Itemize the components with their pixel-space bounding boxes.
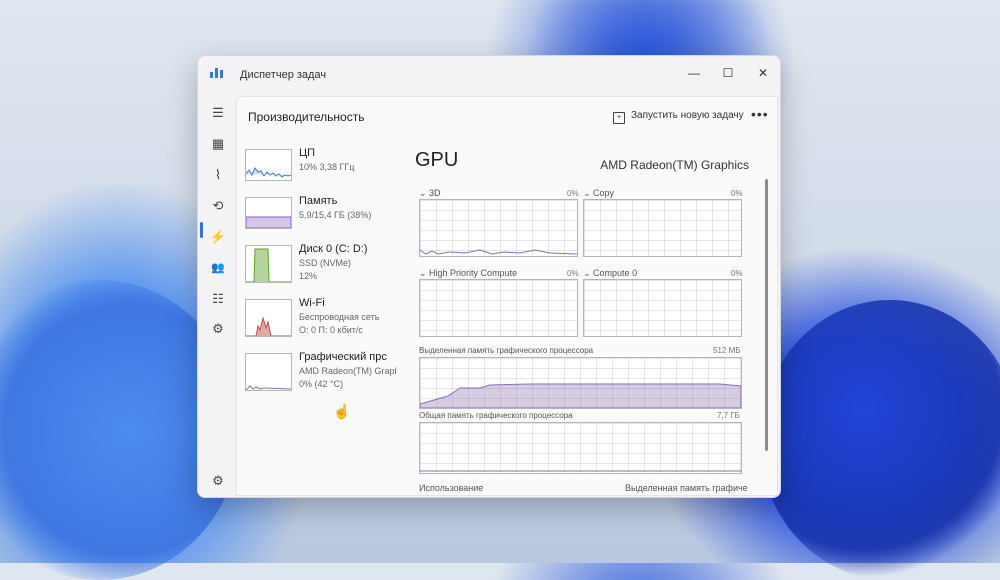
- resource-name: Wi-Fi: [299, 297, 325, 309]
- resource-name: Диск 0 (C: D:): [299, 243, 368, 255]
- hamburger-icon[interactable]: ☰: [207, 102, 229, 124]
- page-title: Производительность: [248, 110, 365, 124]
- resource-detail: 0% (42 °C): [299, 379, 344, 389]
- engine-graph-3d: [419, 199, 578, 257]
- gpu-mini-graph: [246, 385, 291, 390]
- services-icon[interactable]: ⚙: [207, 318, 229, 340]
- wifi-mini-graph: [246, 316, 291, 336]
- engine-name: High Priority Compute: [429, 268, 518, 278]
- sidebar-nav: ☰ ▦ ⌇ ⟲ ⚡ 👥 ☷ ⚙ ⚙: [198, 96, 238, 497]
- resource-item-disk[interactable]: Диск 0 (C: D:) SSD (NVMe) 12%: [245, 243, 405, 293]
- more-options-button[interactable]: •••: [751, 106, 769, 122]
- resource-detail: 12%: [299, 271, 318, 281]
- wifi-thumbnail: [245, 299, 292, 337]
- processes-icon[interactable]: ▦: [207, 133, 229, 155]
- scrollbar[interactable]: [765, 179, 768, 451]
- details-icon[interactable]: ☷: [207, 288, 229, 310]
- resource-detail: Беспроводная сеть: [299, 312, 380, 322]
- disk-thumbnail: [245, 245, 292, 283]
- shared-memory-value: 7,7 ГБ: [717, 411, 740, 420]
- memory-mini-graph: [246, 216, 291, 228]
- resource-item-cpu[interactable]: ЦП 10% 3,38 ГГц: [245, 147, 405, 197]
- resource-detail: AMD Radeon(TM) Grapl: [299, 366, 397, 376]
- engine-pct: 0%: [567, 189, 579, 198]
- resource-name: ЦП: [299, 147, 316, 159]
- engine-name: Compute 0: [593, 268, 638, 278]
- startup-icon[interactable]: ⚡: [207, 226, 229, 248]
- engine-name: 3D: [429, 188, 441, 198]
- close-button[interactable]: ✕: [748, 62, 778, 84]
- dedicated-memory-footer: Выделенная память графиче: [625, 483, 748, 493]
- users-icon[interactable]: 👥: [207, 257, 229, 279]
- settings-icon[interactable]: ⚙: [207, 470, 229, 492]
- resource-detail: 10% 3,38 ГГц: [299, 162, 355, 172]
- title-bar: Диспетчер задач — ☐ ✕: [198, 56, 780, 96]
- maximize-button[interactable]: ☐: [713, 62, 743, 84]
- engine-graph-high-priority-compute: [419, 279, 578, 337]
- task-manager-window: Диспетчер задач — ☐ ✕ ☰ ▦ ⌇ ⟲ ⚡ 👥 ☷ ⚙ ⚙ …: [197, 55, 781, 498]
- shared-memory-label: Общая память графического процессора: [419, 411, 573, 420]
- engine-pct: 0%: [731, 189, 743, 198]
- shared-memory-line: [420, 470, 741, 472]
- run-new-task-button[interactable]: + Запустить новую задачу: [613, 110, 744, 124]
- resource-name: Графический прс: [299, 351, 387, 363]
- resource-item-gpu[interactable]: Графический прс AMD Radeon(TM) Grapl 0% …: [245, 351, 405, 401]
- dedicated-memory-area: [420, 383, 741, 408]
- cpu-thumbnail: [245, 149, 292, 181]
- engine-label-3d[interactable]: ⌄ 3D: [419, 188, 441, 199]
- gpu-heading: GPU: [415, 149, 459, 171]
- performance-icon[interactable]: ⌇: [207, 164, 229, 186]
- task-manager-app-icon: [210, 68, 223, 78]
- active-nav-indicator: [200, 222, 203, 238]
- dedicated-memory-label: Выделенная память графического процессор…: [419, 346, 594, 355]
- usage-label: Использование: [419, 483, 484, 493]
- mouse-cursor-icon: ☝: [333, 403, 351, 419]
- engine-label-high-priority-compute[interactable]: ⌄ High Priority Compute: [419, 268, 517, 279]
- engine-label-copy[interactable]: ⌄ Copy: [583, 188, 614, 199]
- resource-item-wifi[interactable]: Wi-Fi Беспроводная сеть О: 0 П: 0 кбит/с: [245, 297, 405, 347]
- window-title: Диспетчер задач: [240, 69, 327, 81]
- engine-name: Copy: [593, 188, 615, 198]
- engine-pct: 0%: [567, 269, 579, 278]
- performance-panel: Производительность + Запустить новую зада…: [236, 96, 778, 496]
- dedicated-memory-graph: [419, 357, 742, 409]
- new-task-icon: +: [613, 112, 625, 124]
- engine-label-compute-0[interactable]: ⌄ Compute 0: [583, 268, 637, 279]
- run-new-task-label: Запустить новую задачу: [631, 110, 744, 121]
- history-icon[interactable]: ⟲: [207, 195, 229, 217]
- engine-pct: 0%: [731, 269, 743, 278]
- engine-3d-line: [420, 249, 577, 255]
- wallpaper-swirl: [760, 300, 1000, 580]
- resource-detail: 5,9/15,4 ГБ (38%): [299, 210, 372, 220]
- resource-item-memory[interactable]: Память 5,9/15,4 ГБ (38%): [245, 195, 405, 245]
- resource-name: Память: [299, 195, 338, 207]
- gpu-model-name: AMD Radeon(TM) Graphics: [600, 158, 749, 172]
- engine-graph-compute-0: [583, 279, 742, 337]
- gpu-thumbnail: [245, 353, 292, 391]
- resource-detail: SSD (NVMe): [299, 258, 352, 268]
- disk-mini-graph: [246, 248, 291, 282]
- minimize-button[interactable]: —: [679, 62, 709, 84]
- cpu-mini-graph: [246, 167, 291, 178]
- dedicated-memory-value: 512 МБ: [713, 346, 741, 355]
- engine-graph-copy: [583, 199, 742, 257]
- memory-thumbnail: [245, 197, 292, 229]
- resource-detail: О: 0 П: 0 кбит/с: [299, 325, 363, 335]
- shared-memory-graph: [419, 422, 742, 474]
